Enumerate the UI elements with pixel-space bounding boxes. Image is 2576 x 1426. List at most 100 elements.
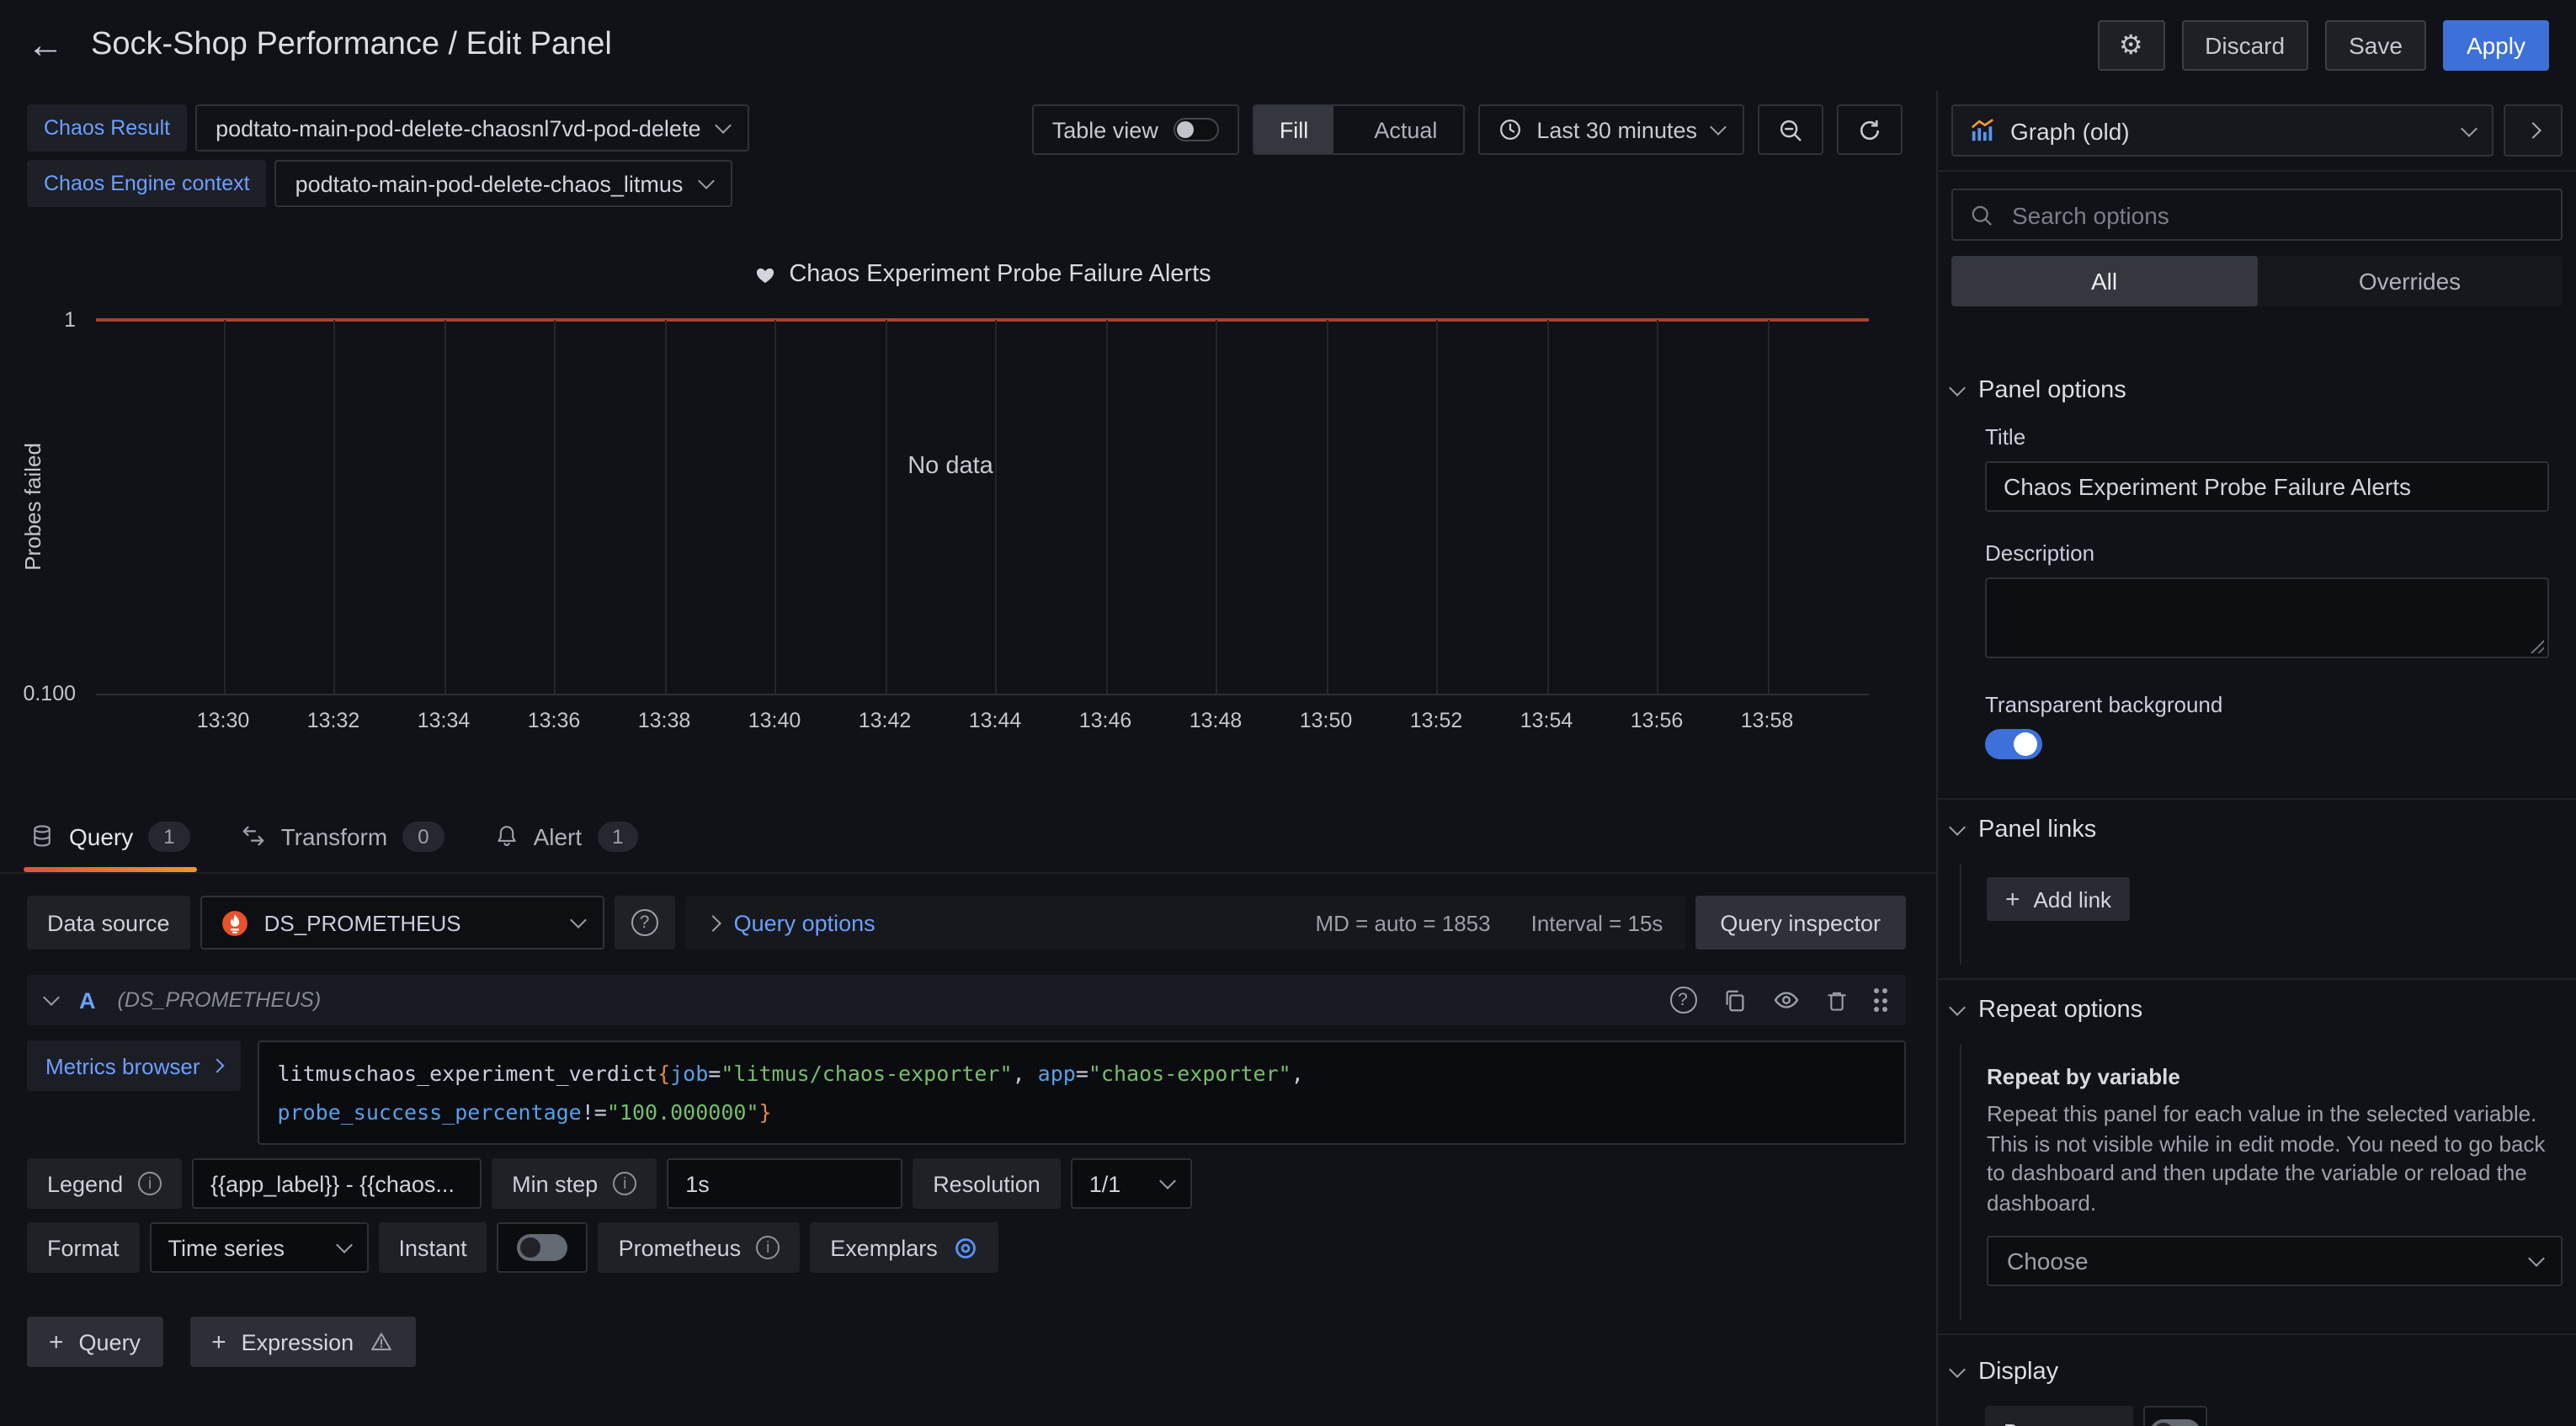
add-expression-button[interactable]: + Expression bbox=[189, 1317, 416, 1367]
datasource-value: DS_PROMETHEUS bbox=[264, 910, 461, 935]
transparent-background-switch[interactable] bbox=[1985, 729, 2042, 759]
format-select[interactable]: Time series bbox=[150, 1222, 369, 1273]
bell-icon bbox=[495, 823, 519, 849]
variable-value-dropdown[interactable]: podtato-main-pod-delete-chaosnl7vd-pod-d… bbox=[195, 104, 749, 152]
zoom-out-button[interactable] bbox=[1758, 104, 1823, 155]
repeat-description: Repeat this panel for each value in the … bbox=[1987, 1099, 2563, 1217]
variable-chaos-result[interactable]: Chaos Result podtato-main-pod-delete-cha… bbox=[27, 104, 749, 152]
chart-plot-area[interactable]: No data 1 0.100 13:3013:3213:3413:3613:3… bbox=[96, 318, 1869, 695]
panel-description-textarea[interactable] bbox=[1985, 577, 2549, 658]
datasource-help-button[interactable]: ? bbox=[615, 896, 675, 950]
tab-overrides[interactable]: Overrides bbox=[2257, 256, 2563, 306]
gear-icon: ⚙ bbox=[2119, 29, 2143, 62]
display-section-header[interactable]: Display bbox=[1938, 1359, 2576, 1386]
instant-toggle-box bbox=[498, 1222, 588, 1273]
repeat-variable-select[interactable]: Choose bbox=[1987, 1236, 2563, 1286]
visualization-name: Graph (old) bbox=[2010, 117, 2130, 144]
gridline bbox=[1216, 320, 1217, 694]
table-view-switch[interactable] bbox=[1174, 118, 1219, 141]
panel-header[interactable]: Chaos Experiment Probe Failure Alerts bbox=[96, 261, 1869, 288]
time-range-picker[interactable]: Last 30 minutes bbox=[1477, 104, 1744, 155]
gridline bbox=[444, 320, 445, 694]
resolution-select[interactable]: 1/1 bbox=[1071, 1158, 1192, 1209]
prometheus-icon bbox=[221, 908, 249, 937]
metrics-browser-label: Metrics browser bbox=[45, 1053, 200, 1078]
page-title: Sock-Shop Performance / Edit Panel bbox=[91, 27, 2070, 64]
repeat-options-section-header[interactable]: Repeat options bbox=[1938, 997, 2576, 1024]
duplicate-query-icon[interactable] bbox=[1722, 987, 1747, 1013]
variable-chaos-engine-context[interactable]: Chaos Engine context podtato-main-pod-de… bbox=[27, 160, 749, 207]
options-search-box[interactable] bbox=[1951, 189, 2563, 241]
metrics-browser-button[interactable]: Metrics browser bbox=[27, 1040, 241, 1091]
chevron-down-icon bbox=[1159, 1173, 1176, 1189]
add-query-button[interactable]: + Query bbox=[27, 1317, 162, 1367]
datasource-picker[interactable]: DS_PROMETHEUS bbox=[200, 896, 604, 950]
clock-icon bbox=[1498, 118, 1521, 141]
resize-handle[interactable] bbox=[2529, 638, 2544, 653]
min-step-input[interactable] bbox=[667, 1158, 902, 1209]
save-button[interactable]: Save bbox=[2325, 20, 2426, 71]
prometheus-type-label: Prometheusi bbox=[599, 1222, 801, 1273]
tab-all[interactable]: All bbox=[1951, 256, 2257, 306]
interval-text: Interval = 15s bbox=[1531, 910, 1663, 935]
query-options-toggle[interactable]: Query options bbox=[707, 910, 876, 935]
query-ref-id: A bbox=[79, 987, 96, 1013]
fill-option[interactable]: Fill bbox=[1254, 106, 1334, 153]
tab-query[interactable]: Query 1 bbox=[30, 800, 190, 872]
table-view-toggle[interactable]: Table view bbox=[1032, 104, 1239, 155]
panel-settings-button[interactable]: ⚙ bbox=[2097, 20, 2164, 71]
x-tick-label: 13:36 bbox=[528, 709, 581, 732]
x-tick-label: 13:32 bbox=[307, 709, 360, 732]
back-arrow-icon[interactable]: ← bbox=[27, 27, 64, 64]
add-link-button[interactable]: + Add link bbox=[1987, 877, 2130, 921]
gridline bbox=[333, 320, 335, 694]
tab-alert[interactable]: Alert 1 bbox=[495, 800, 639, 872]
bars-switch[interactable] bbox=[2150, 1418, 2201, 1426]
variable-value-dropdown[interactable]: podtato-main-pod-delete-chaos_litmus bbox=[275, 160, 732, 207]
exemplars-eye-icon bbox=[953, 1235, 978, 1260]
exemplars-toggle[interactable]: Exemplars bbox=[810, 1222, 998, 1273]
panel-title-text: Chaos Experiment Probe Failure Alerts bbox=[789, 261, 1211, 288]
tab-transform[interactable]: Transform 0 bbox=[241, 800, 444, 872]
tab-label: Query bbox=[69, 822, 133, 849]
repeat-options-content: Repeat by variable Repeat this panel for… bbox=[1960, 1044, 2576, 1320]
collapse-query-icon[interactable] bbox=[43, 989, 60, 1006]
divider bbox=[1938, 1333, 2576, 1335]
drag-handle-icon[interactable] bbox=[1873, 988, 1887, 1012]
promql-expression-input[interactable]: litmuschaos_experiment_verdict{job="litm… bbox=[258, 1040, 1907, 1145]
x-tick-label: 13:46 bbox=[1079, 709, 1132, 732]
tab-count-badge: 0 bbox=[402, 821, 444, 851]
refresh-button[interactable] bbox=[1837, 104, 1903, 155]
bars-label: Bars bbox=[1985, 1406, 2133, 1426]
toggle-visibility-icon[interactable] bbox=[1772, 987, 1799, 1014]
options-scroll-area[interactable]: Panel options Title Description Transpar… bbox=[1938, 306, 2576, 1426]
x-tick-label: 13:34 bbox=[418, 709, 471, 732]
graph-chart-icon bbox=[1970, 118, 1995, 143]
transparent-background-label: Transparent background bbox=[1985, 692, 2549, 717]
chevron-down-icon bbox=[1949, 999, 1966, 1016]
divider bbox=[1938, 798, 2576, 800]
panel-options-section-header[interactable]: Panel options bbox=[1938, 377, 2576, 404]
expand-pane-button[interactable] bbox=[2504, 104, 2563, 157]
actual-option[interactable]: Actual bbox=[1349, 106, 1462, 153]
gridline bbox=[1657, 320, 1658, 694]
panel-title-input[interactable] bbox=[1985, 461, 2549, 512]
question-circle-icon: ? bbox=[631, 909, 658, 936]
options-search-input[interactable] bbox=[2009, 200, 2544, 230]
panel-toolbar: Table view Fill Actual Last 30 minutes bbox=[1032, 104, 1903, 155]
top-bar: ← Sock-Shop Performance / Edit Panel ⚙ D… bbox=[0, 0, 2576, 91]
gridline bbox=[1105, 320, 1107, 694]
panel-links-section-header[interactable]: Panel links bbox=[1938, 817, 2576, 843]
gridline bbox=[885, 320, 886, 694]
gridline bbox=[554, 320, 556, 694]
apply-button[interactable]: Apply bbox=[2443, 20, 2549, 71]
query-inspector-button[interactable]: Query inspector bbox=[1695, 896, 1906, 950]
gridline bbox=[995, 320, 997, 694]
legend-input[interactable] bbox=[192, 1158, 482, 1209]
chevron-down-icon bbox=[2461, 120, 2478, 136]
instant-switch[interactable] bbox=[518, 1234, 568, 1261]
query-help-icon[interactable]: ? bbox=[1669, 987, 1696, 1014]
discard-button[interactable]: Discard bbox=[2181, 20, 2308, 71]
delete-query-icon[interactable] bbox=[1824, 987, 1848, 1013]
visualization-picker[interactable]: Graph (old) bbox=[1951, 104, 2494, 157]
